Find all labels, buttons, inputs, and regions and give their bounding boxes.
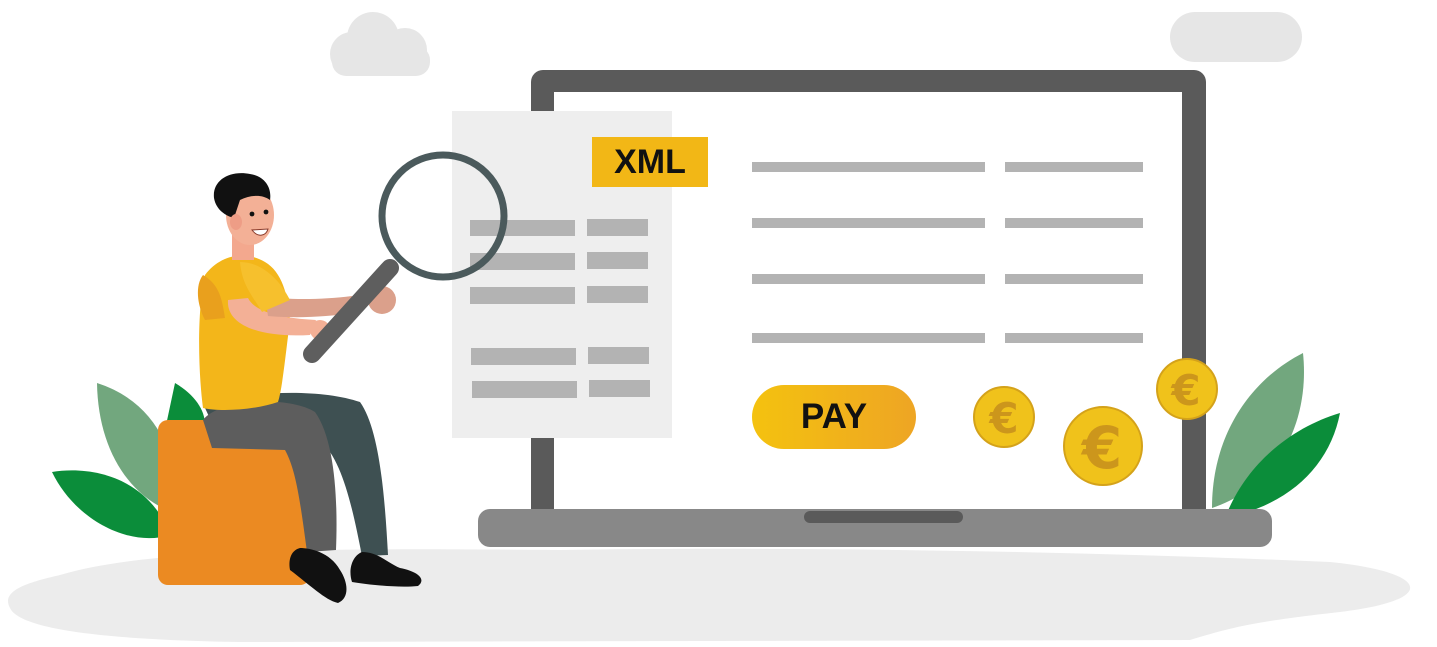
svg-text:€: € bbox=[1170, 366, 1200, 415]
xml-label: XML bbox=[592, 137, 708, 187]
svg-text:€: € bbox=[1080, 414, 1122, 482]
plant-right bbox=[1212, 353, 1340, 518]
euro-coin-icon: € bbox=[973, 386, 1035, 448]
euro-coin-icon: € bbox=[1063, 406, 1143, 486]
cloud-icon bbox=[330, 12, 430, 76]
illustration: € € € bbox=[8, 12, 1411, 642]
euro-coin-icon: € bbox=[1156, 358, 1218, 420]
svg-text:€: € bbox=[988, 394, 1018, 443]
pay-button[interactable]: PAY bbox=[752, 385, 916, 449]
cloud-icon bbox=[1170, 12, 1302, 62]
